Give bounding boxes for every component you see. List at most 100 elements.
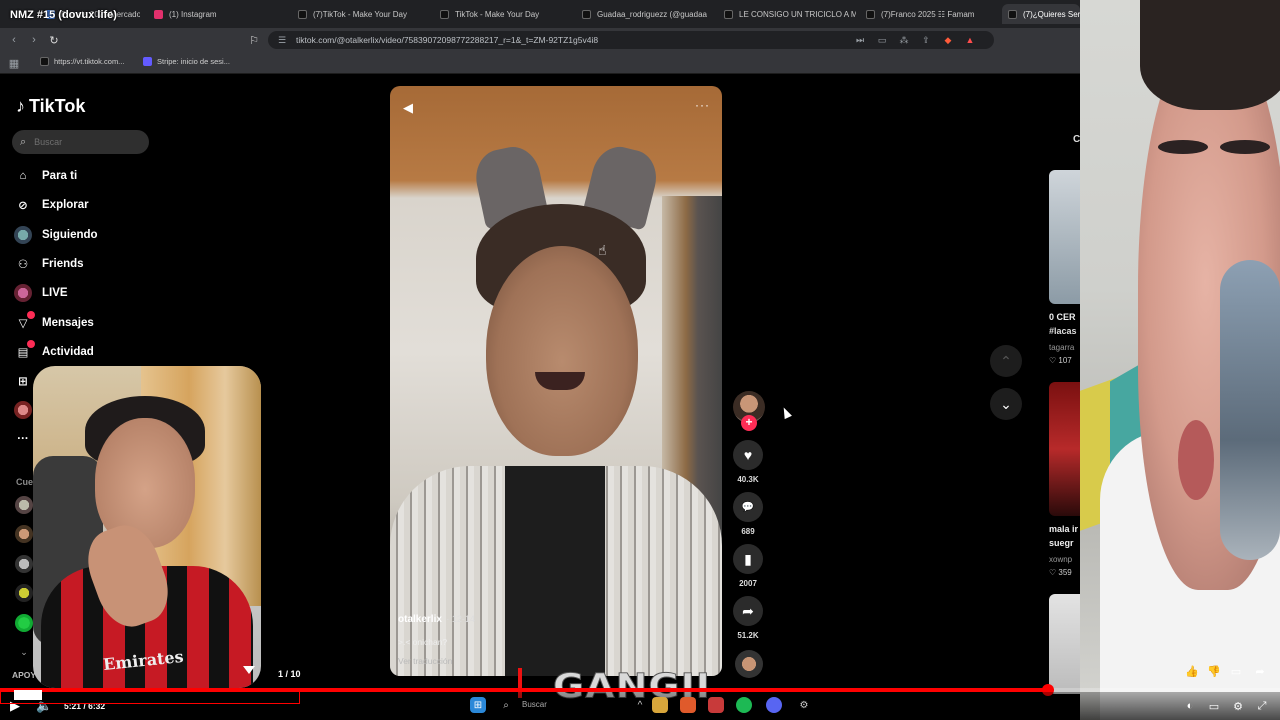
like-button[interactable]: ♥ 40.3K: [733, 440, 763, 484]
following-account-avatar[interactable]: [15, 525, 33, 543]
forward-icon[interactable]: ›: [26, 32, 42, 48]
related-title[interactable]: 0 CER: [1049, 312, 1076, 322]
sidebar-item-more[interactable]: ···: [14, 430, 32, 448]
apps-grid-icon[interactable]: ▦: [6, 55, 22, 71]
comment-button[interactable]: 💬 689: [733, 492, 763, 536]
share-button[interactable]: ➦ 51.2K: [733, 596, 763, 640]
following-account-avatar[interactable]: [15, 614, 33, 632]
comment-icon[interactable]: ▭: [1228, 664, 1244, 678]
sidebar-item-label: LIVE: [42, 287, 68, 299]
media-icon[interactable]: ⏭: [854, 34, 866, 46]
dislike-icon[interactable]: 👎: [1206, 664, 1222, 678]
heart-icon: ♥: [733, 440, 763, 470]
tab-5[interactable]: LE CONSIGO UN TRICICLO A M: [718, 4, 856, 24]
sidebar-item-actividad[interactable]: ▤ Actividad: [14, 340, 94, 361]
video-author[interactable]: otalkerlix: [398, 614, 442, 625]
settings-gear-icon[interactable]: ⚙: [796, 697, 812, 713]
address-bar[interactable]: ☰ tiktok.com/@otalkerlix/video/758390720…: [268, 31, 994, 49]
translate-link[interactable]: Ver traducción: [398, 656, 475, 666]
comment-count: 689: [741, 527, 755, 536]
video-player[interactable]: ◀ ··· otalkerlix · 12-14 >.< onichan? Ve…: [390, 86, 722, 676]
following-account-avatar[interactable]: [15, 555, 33, 573]
fullscreen-icon[interactable]: ⤢: [1254, 699, 1270, 713]
taskbar-search-text[interactable]: Buscar: [522, 700, 547, 709]
sidebar-item-siguiendo[interactable]: Siguiendo: [14, 226, 98, 244]
volume-icon[interactable]: ◀: [403, 100, 413, 116]
sidebar-item-mensajes[interactable]: ▽ Mensajes: [14, 311, 94, 332]
bookmark-item-0[interactable]: https://vt.tiktok.com...: [40, 57, 124, 66]
file-explorer-icon[interactable]: [652, 697, 668, 713]
share-icon[interactable]: ➦: [1252, 664, 1268, 678]
related-likes: ♡ 359: [1049, 568, 1072, 577]
tab-7-active[interactable]: (7)¿Quieres Ser M: [1002, 4, 1080, 24]
sidebar-item-explorar[interactable]: ⊘ Explorar: [14, 196, 89, 214]
previous-video-button[interactable]: ⌃: [990, 345, 1022, 377]
tab-4[interactable]: Guadaa_rodriguezz (@guadaa: [576, 4, 714, 24]
related-subtitle: suegr: [1049, 538, 1074, 548]
save-button[interactable]: ▮ 2007: [733, 544, 763, 588]
sidebar-item-live[interactable]: LIVE: [14, 284, 68, 302]
brave-shield-icon[interactable]: ◆: [942, 34, 954, 46]
sidebar-item-para-ti[interactable]: ⌂ Para ti: [14, 167, 78, 185]
tab-2[interactable]: (7)TikTok - Make Your Day: [292, 4, 430, 24]
taskbar-chevron-icon[interactable]: ^: [632, 697, 648, 713]
mouse-pointer-icon: [780, 405, 792, 420]
hand-cursor-icon: ☝: [598, 242, 607, 258]
follow-plus-icon[interactable]: +: [741, 415, 757, 431]
webcam-eyebrow: [1158, 140, 1208, 154]
subtitles-icon[interactable]: ▭: [1206, 699, 1222, 713]
share-icon[interactable]: ⇪: [920, 34, 932, 46]
related-author: xownp: [1049, 555, 1073, 564]
overlay-red-frame: [0, 688, 300, 704]
guest-webcam: [1080, 0, 1280, 720]
following-accounts-label: Cue: [16, 477, 34, 487]
like-icon[interactable]: 👍: [1184, 664, 1200, 678]
related-thumbnail[interactable]: [1049, 170, 1080, 304]
related-title[interactable]: mala ir: [1049, 524, 1078, 534]
tab-1[interactable]: (1) Instagram: [148, 4, 284, 24]
tab-6[interactable]: (7)Franco 2025 ☷ Famam: [860, 4, 998, 24]
site-info-icon[interactable]: ☰: [276, 34, 288, 46]
sound-disc[interactable]: [735, 650, 763, 678]
chevron-down-icon[interactable]: ⌄: [15, 643, 33, 661]
reload-icon[interactable]: ↻: [46, 32, 62, 48]
following-account-avatar[interactable]: [15, 496, 33, 514]
activity-icon: ▤: [14, 340, 35, 361]
more-options-icon[interactable]: ···: [695, 98, 710, 112]
tiktok-logo-text: TikTok: [29, 96, 86, 116]
translate-icon[interactable]: ⁂: [898, 34, 910, 46]
home-icon: ⌂: [19, 170, 27, 182]
related-thumbnail[interactable]: [1049, 594, 1080, 694]
bookmarks-bar: ▦ https://vt.tiktok.com... Stripe: inici…: [0, 52, 1080, 74]
tab-label: (7)TikTok - Make Your Day: [313, 9, 407, 19]
save-count: 2007: [739, 579, 757, 588]
bookmark-icon[interactable]: ⚐: [246, 32, 262, 48]
spotify-icon[interactable]: [736, 697, 752, 713]
tiktok-icon: [724, 9, 733, 19]
discord-icon[interactable]: [766, 697, 782, 713]
next-video-button[interactable]: ⌄: [990, 388, 1022, 420]
bookmark-label: Stripe: inicio de sesi...: [157, 57, 230, 66]
sidebar-item-profile[interactable]: [14, 401, 32, 419]
brave-rewards-icon[interactable]: ▲: [964, 34, 976, 46]
sidebar-item-friends[interactable]: ⚇ Friends: [14, 255, 84, 273]
autoplay-toggle-icon[interactable]: ◐: [1182, 699, 1198, 713]
taskbar-search-icon[interactable]: ⌕: [498, 697, 514, 713]
comment-icon: 💬: [733, 492, 763, 522]
screen-icon[interactable]: ▭: [876, 34, 888, 46]
bookmark-item-1[interactable]: Stripe: inicio de sesi...: [143, 57, 230, 66]
settings-gear-icon[interactable]: ⚙: [1230, 699, 1246, 713]
tab-label: (7)Franco 2025 ☷ Famam: [881, 9, 975, 19]
back-icon[interactable]: ‹: [6, 32, 22, 48]
windows-start-icon[interactable]: ⊞: [470, 697, 486, 713]
search-placeholder: Buscar: [34, 137, 63, 147]
tiktok-note-icon: ♪: [16, 96, 25, 116]
tab-3[interactable]: TikTok - Make Your Day: [434, 4, 572, 24]
sidebar-item-upload[interactable]: ⊞: [14, 372, 32, 390]
app-icon[interactable]: [708, 697, 724, 713]
tiktok-logo[interactable]: ♪ TikTok: [16, 96, 85, 117]
following-account-avatar[interactable]: [15, 584, 33, 602]
related-thumbnail[interactable]: [1049, 382, 1080, 516]
search-input[interactable]: ⌕ Buscar: [12, 130, 149, 154]
brave-browser-icon[interactable]: [680, 697, 696, 713]
